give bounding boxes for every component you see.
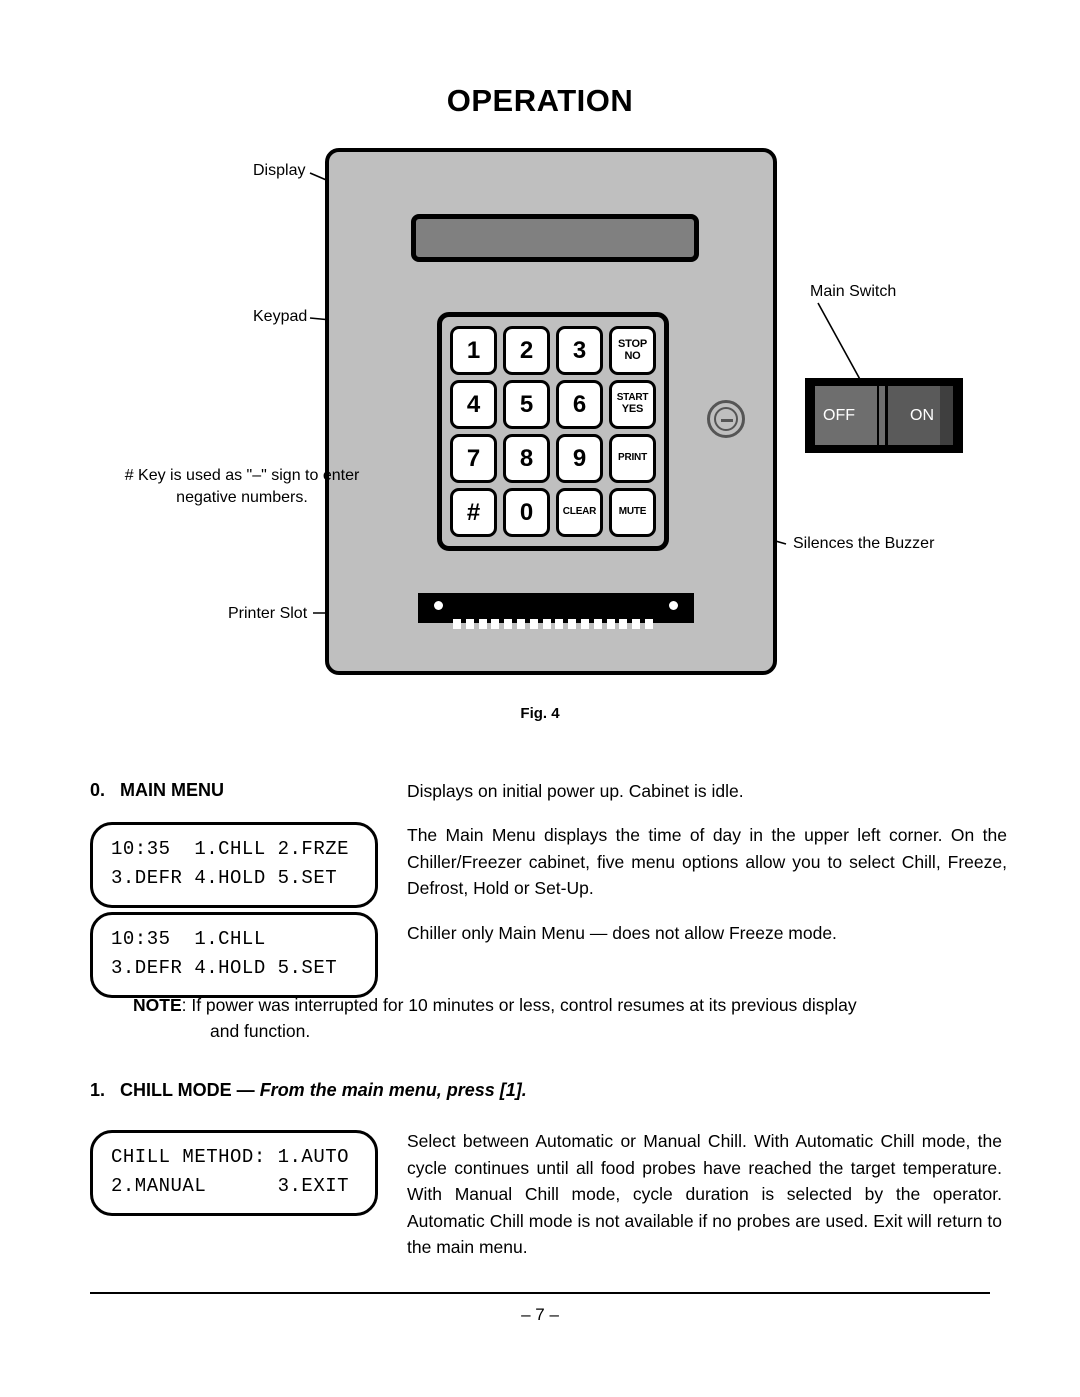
section-title: CHILL MODE bbox=[120, 1080, 232, 1100]
section-heading-main-menu: 0. MAIN MENU bbox=[90, 780, 224, 801]
perf-tooth bbox=[529, 619, 538, 629]
section-title: MAIN MENU bbox=[120, 780, 224, 800]
key-label-line2: YES bbox=[621, 402, 644, 415]
main-power-switch[interactable]: OFF ON bbox=[805, 378, 963, 453]
key-stop-no[interactable]: STOP NO bbox=[609, 326, 656, 375]
paragraph-chill-description: Select between Automatic or Manual Chill… bbox=[407, 1131, 1002, 1258]
key-label-line1: STOP bbox=[618, 337, 647, 350]
key-label: 2 bbox=[519, 336, 534, 364]
perf-tooth bbox=[632, 619, 641, 629]
rocker-switch[interactable]: OFF ON bbox=[815, 386, 953, 445]
perf-tooth bbox=[516, 619, 525, 629]
perf-tooth bbox=[555, 619, 564, 629]
paragraph-main-menu: The Main Menu displays the time of day i… bbox=[407, 825, 1007, 899]
figure-caption: Fig. 4 bbox=[520, 705, 560, 722]
lcd-readout-chiller-freezer-menu: 10:35 1.CHLL 2.FRZE 3.DEFR 4.HOLD 5.SET bbox=[90, 822, 378, 908]
key-label-line1: PRINT bbox=[617, 452, 647, 464]
callout-keypad: Keypad bbox=[253, 308, 308, 325]
section-heading-chill-mode: 1. CHILL MODE — From the main menu, press… bbox=[90, 1080, 527, 1101]
key-label: # bbox=[466, 498, 481, 526]
key-label: 1 bbox=[466, 336, 481, 364]
key-print[interactable]: PRINT bbox=[609, 434, 656, 483]
keypad-row: 1 2 3 STOP NO bbox=[450, 326, 656, 375]
note-text: : If power was interrupted for 10 minute… bbox=[181, 995, 857, 1015]
key-1[interactable]: 1 bbox=[450, 326, 497, 375]
printer-hole-left-icon bbox=[434, 601, 443, 610]
key-clear[interactable]: CLEAR bbox=[556, 488, 603, 537]
page-number: – 7 – bbox=[521, 1305, 559, 1324]
key-label: 6 bbox=[572, 390, 587, 418]
paragraph-chiller-only: Chiller only Main Menu — does not allow … bbox=[407, 923, 837, 943]
perf-tooth bbox=[478, 619, 487, 629]
key-5[interactable]: 5 bbox=[503, 380, 550, 429]
perf-tooth bbox=[542, 619, 551, 629]
note-label: NOTE bbox=[133, 995, 182, 1015]
section-subtitle: From the main menu, press [1]. bbox=[259, 1080, 527, 1100]
perf-tooth bbox=[504, 619, 513, 629]
key-label: 7 bbox=[466, 444, 481, 472]
keypad-row: 4 5 6 START YES bbox=[450, 380, 656, 429]
key-label: 3 bbox=[572, 336, 587, 364]
switch-edge bbox=[940, 386, 953, 445]
key-label-line1: CLEAR bbox=[562, 506, 597, 518]
keypad[interactable]: 1 2 3 STOP NO 4 5 6 START YES 7 8 9 PRIN… bbox=[437, 312, 669, 551]
page-title: OPERATION bbox=[446, 83, 634, 118]
keypad-row: 7 8 9 PRINT bbox=[450, 434, 656, 483]
section-number: 1. bbox=[90, 1080, 106, 1100]
callout-display: Display bbox=[253, 162, 306, 179]
status-indicator-icon bbox=[707, 400, 745, 438]
key-label-line1: MUTE bbox=[618, 506, 647, 518]
key-4[interactable]: 4 bbox=[450, 380, 497, 429]
key-8[interactable]: 8 bbox=[503, 434, 550, 483]
callout-main-switch: Main Switch bbox=[810, 283, 897, 300]
perf-tooth bbox=[644, 619, 653, 629]
key-label: 8 bbox=[519, 444, 534, 472]
perf-tooth bbox=[453, 619, 461, 629]
callout-printer-slot: Printer Slot bbox=[228, 605, 308, 622]
lcd-display-window bbox=[411, 214, 699, 262]
control-panel-figure: 1 2 3 STOP NO 4 5 6 START YES 7 8 9 PRIN… bbox=[0, 140, 1080, 730]
perf-tooth bbox=[606, 619, 615, 629]
callout-hash-key-note: # Key is used as "–" sign to enter negat… bbox=[124, 467, 360, 506]
perf-tooth bbox=[593, 619, 602, 629]
key-0[interactable]: 0 bbox=[503, 488, 550, 537]
key-3[interactable]: 3 bbox=[556, 326, 603, 375]
perf-tooth bbox=[491, 619, 500, 629]
key-6[interactable]: 6 bbox=[556, 380, 603, 429]
key-label: 9 bbox=[572, 444, 587, 472]
key-9[interactable]: 9 bbox=[556, 434, 603, 483]
printer-hole-right-icon bbox=[669, 601, 678, 610]
note-block: NOTE: If power was interrupted for 10 mi… bbox=[133, 992, 1013, 1045]
printer-paper-perforation bbox=[453, 619, 653, 629]
switch-off-side[interactable]: OFF bbox=[815, 386, 877, 445]
key-hash[interactable]: # bbox=[450, 488, 497, 537]
perf-tooth bbox=[580, 619, 589, 629]
key-label-line2: NO bbox=[624, 349, 641, 362]
callout-buzzer: Silences the Buzzer bbox=[793, 535, 935, 552]
key-label: 4 bbox=[466, 390, 481, 418]
key-2[interactable]: 2 bbox=[503, 326, 550, 375]
section-number: 0. bbox=[90, 780, 106, 800]
note-first-line: NOTE: If power was interrupted for 10 mi… bbox=[133, 992, 1013, 1018]
perf-tooth bbox=[465, 619, 474, 629]
section-dash: — bbox=[231, 1080, 260, 1100]
switch-on-side[interactable]: ON bbox=[887, 386, 941, 445]
paragraph-idle: Displays on initial power up. Cabinet is… bbox=[407, 781, 744, 801]
footer-divider bbox=[90, 1292, 990, 1294]
key-start-yes[interactable]: START YES bbox=[609, 380, 656, 429]
key-label: 5 bbox=[519, 390, 534, 418]
perf-tooth bbox=[619, 619, 628, 629]
switch-off-label: OFF bbox=[823, 406, 855, 424]
key-7[interactable]: 7 bbox=[450, 434, 497, 483]
note-second-line: and function. bbox=[210, 1021, 311, 1042]
switch-on-label: ON bbox=[910, 406, 935, 424]
key-label: 0 bbox=[519, 498, 534, 526]
key-mute[interactable]: MUTE bbox=[609, 488, 656, 537]
control-panel-body: 1 2 3 STOP NO 4 5 6 START YES 7 8 9 PRIN… bbox=[325, 148, 777, 675]
lcd-readout-chiller-only-menu: 10:35 1.CHLL 3.DEFR 4.HOLD 5.SET bbox=[90, 912, 378, 998]
keypad-row: # 0 CLEAR MUTE bbox=[450, 488, 656, 537]
lcd-readout-chill-method: CHILL METHOD: 1.AUTO 2.MANUAL 3.EXIT bbox=[90, 1130, 378, 1216]
perf-tooth bbox=[568, 619, 577, 629]
